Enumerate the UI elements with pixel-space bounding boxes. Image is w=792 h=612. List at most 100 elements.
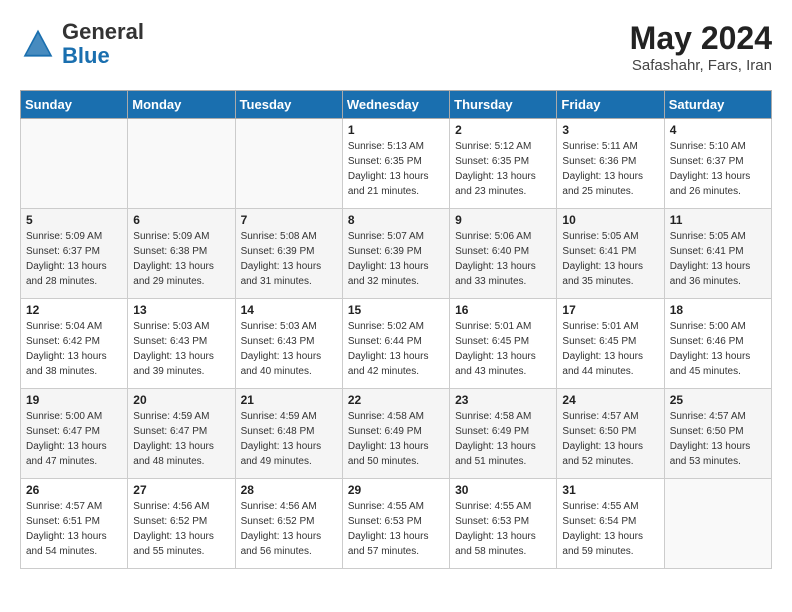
day-number: 26	[26, 483, 122, 497]
day-header: Wednesday	[342, 91, 449, 119]
calendar-week-row: 1 Sunrise: 5:13 AMSunset: 6:35 PMDaylight…	[21, 119, 772, 209]
calendar-cell: 14 Sunrise: 5:03 AMSunset: 6:43 PMDayligh…	[235, 299, 342, 389]
day-header: Thursday	[450, 91, 557, 119]
calendar-table: SundayMondayTuesdayWednesdayThursdayFrid…	[20, 90, 772, 569]
day-number: 25	[670, 393, 766, 407]
day-info: Sunrise: 5:00 AMSunset: 6:47 PMDaylight:…	[26, 409, 122, 469]
day-info: Sunrise: 5:01 AMSunset: 6:45 PMDaylight:…	[562, 319, 658, 379]
day-header: Saturday	[664, 91, 771, 119]
header-row: SundayMondayTuesdayWednesdayThursdayFrid…	[21, 91, 772, 119]
day-header: Sunday	[21, 91, 128, 119]
day-info: Sunrise: 5:09 AMSunset: 6:37 PMDaylight:…	[26, 229, 122, 289]
calendar-cell: 9 Sunrise: 5:06 AMSunset: 6:40 PMDaylight…	[450, 209, 557, 299]
day-info: Sunrise: 5:05 AMSunset: 6:41 PMDaylight:…	[562, 229, 658, 289]
calendar-cell: 22 Sunrise: 4:58 AMSunset: 6:49 PMDayligh…	[342, 389, 449, 479]
day-header: Tuesday	[235, 91, 342, 119]
day-info: Sunrise: 4:58 AMSunset: 6:49 PMDaylight:…	[348, 409, 444, 469]
day-info: Sunrise: 5:02 AMSunset: 6:44 PMDaylight:…	[348, 319, 444, 379]
calendar-cell: 16Sunrise: 5:01 AMSunset: 6:45 PMDayligh…	[450, 299, 557, 389]
day-info: Sunrise: 4:58 AMSunset: 6:49 PMDaylight:…	[455, 409, 551, 469]
day-number: 30	[455, 483, 551, 497]
calendar-cell: 31Sunrise: 4:55 AMSunset: 6:54 PMDayligh…	[557, 479, 664, 569]
day-number: 16	[455, 303, 551, 317]
calendar-cell: 17 Sunrise: 5:01 AMSunset: 6:45 PMDayligh…	[557, 299, 664, 389]
logo-text: General Blue	[62, 20, 144, 68]
day-number: 7	[241, 213, 337, 227]
day-number: 28	[241, 483, 337, 497]
calendar-cell: 25 Sunrise: 4:57 AMSunset: 6:50 PMDayligh…	[664, 389, 771, 479]
day-number: 23	[455, 393, 551, 407]
calendar-cell: 23 Sunrise: 4:58 AMSunset: 6:49 PMDayligh…	[450, 389, 557, 479]
day-number: 24	[562, 393, 658, 407]
calendar-cell	[21, 119, 128, 209]
calendar-cell: 27 Sunrise: 4:56 AMSunset: 6:52 PMDayligh…	[128, 479, 235, 569]
calendar-cell: 19 Sunrise: 5:00 AMSunset: 6:47 PMDayligh…	[21, 389, 128, 479]
calendar-cell: 10Sunrise: 5:05 AMSunset: 6:41 PMDayligh…	[557, 209, 664, 299]
day-info: Sunrise: 5:13 AMSunset: 6:35 PMDaylight:…	[348, 139, 444, 199]
calendar-cell: 1 Sunrise: 5:13 AMSunset: 6:35 PMDaylight…	[342, 119, 449, 209]
calendar-cell: 21 Sunrise: 4:59 AMSunset: 6:48 PMDayligh…	[235, 389, 342, 479]
day-info: Sunrise: 4:57 AMSunset: 6:50 PMDaylight:…	[670, 409, 766, 469]
calendar-cell: 29Sunrise: 4:55 AMSunset: 6:53 PMDayligh…	[342, 479, 449, 569]
logo-icon	[20, 26, 56, 62]
day-number: 20	[133, 393, 229, 407]
calendar-cell: 24 Sunrise: 4:57 AMSunset: 6:50 PMDayligh…	[557, 389, 664, 479]
day-number: 6	[133, 213, 229, 227]
day-number: 12	[26, 303, 122, 317]
day-number: 13	[133, 303, 229, 317]
day-number: 9	[455, 213, 551, 227]
day-info: Sunrise: 4:57 AMSunset: 6:50 PMDaylight:…	[562, 409, 658, 469]
calendar-week-row: 19 Sunrise: 5:00 AMSunset: 6:47 PMDayligh…	[21, 389, 772, 479]
day-info: Sunrise: 5:05 AMSunset: 6:41 PMDaylight:…	[670, 229, 766, 289]
day-info: Sunrise: 4:59 AMSunset: 6:48 PMDaylight:…	[241, 409, 337, 469]
day-info: Sunrise: 5:03 AMSunset: 6:43 PMDaylight:…	[241, 319, 337, 379]
calendar-cell: 28 Sunrise: 4:56 AMSunset: 6:52 PMDayligh…	[235, 479, 342, 569]
day-number: 1	[348, 123, 444, 137]
day-number: 17	[562, 303, 658, 317]
calendar-cell: 7Sunrise: 5:08 AMSunset: 6:39 PMDaylight…	[235, 209, 342, 299]
day-info: Sunrise: 5:03 AMSunset: 6:43 PMDaylight:…	[133, 319, 229, 379]
day-number: 27	[133, 483, 229, 497]
day-number: 11	[670, 213, 766, 227]
calendar-cell	[235, 119, 342, 209]
day-number: 2	[455, 123, 551, 137]
day-number: 3	[562, 123, 658, 137]
day-number: 21	[241, 393, 337, 407]
calendar-cell: 13 Sunrise: 5:03 AMSunset: 6:43 PMDayligh…	[128, 299, 235, 389]
calendar-week-row: 12 Sunrise: 5:04 AMSunset: 6:42 PMDayligh…	[21, 299, 772, 389]
day-header: Monday	[128, 91, 235, 119]
day-info: Sunrise: 5:07 AMSunset: 6:39 PMDaylight:…	[348, 229, 444, 289]
calendar-cell: 12 Sunrise: 5:04 AMSunset: 6:42 PMDayligh…	[21, 299, 128, 389]
calendar-cell	[664, 479, 771, 569]
day-number: 22	[348, 393, 444, 407]
day-number: 31	[562, 483, 658, 497]
day-number: 19	[26, 393, 122, 407]
title-block: May 2024 Safashahr, Fars, Iran	[630, 20, 772, 74]
day-info: Sunrise: 4:59 AMSunset: 6:47 PMDaylight:…	[133, 409, 229, 469]
day-info: Sunrise: 4:56 AMSunset: 6:52 PMDaylight:…	[133, 499, 229, 559]
day-number: 18	[670, 303, 766, 317]
day-info: Sunrise: 5:04 AMSunset: 6:42 PMDaylight:…	[26, 319, 122, 379]
day-number: 14	[241, 303, 337, 317]
calendar-cell: 11 Sunrise: 5:05 AMSunset: 6:41 PMDayligh…	[664, 209, 771, 299]
calendar-cell: 30 Sunrise: 4:55 AMSunset: 6:53 PMDayligh…	[450, 479, 557, 569]
calendar-cell: 2Sunrise: 5:12 AMSunset: 6:35 PMDaylight…	[450, 119, 557, 209]
day-number: 29	[348, 483, 444, 497]
calendar-cell: 5Sunrise: 5:09 AMSunset: 6:37 PMDaylight…	[21, 209, 128, 299]
day-number: 8	[348, 213, 444, 227]
day-info: Sunrise: 5:06 AMSunset: 6:40 PMDaylight:…	[455, 229, 551, 289]
day-info: Sunrise: 4:55 AMSunset: 6:53 PMDaylight:…	[455, 499, 551, 559]
logo: General Blue	[20, 20, 144, 68]
calendar-cell: 3 Sunrise: 5:11 AMSunset: 6:36 PMDaylight…	[557, 119, 664, 209]
calendar-cell: 8 Sunrise: 5:07 AMSunset: 6:39 PMDaylight…	[342, 209, 449, 299]
day-number: 4	[670, 123, 766, 137]
month-year: May 2024	[630, 20, 772, 57]
day-info: Sunrise: 5:11 AMSunset: 6:36 PMDaylight:…	[562, 139, 658, 199]
calendar-cell: 6Sunrise: 5:09 AMSunset: 6:38 PMDaylight…	[128, 209, 235, 299]
day-number: 15	[348, 303, 444, 317]
day-info: Sunrise: 4:57 AMSunset: 6:51 PMDaylight:…	[26, 499, 122, 559]
day-info: Sunrise: 4:56 AMSunset: 6:52 PMDaylight:…	[241, 499, 337, 559]
calendar-cell: 18 Sunrise: 5:00 AMSunset: 6:46 PMDayligh…	[664, 299, 771, 389]
day-info: Sunrise: 5:00 AMSunset: 6:46 PMDaylight:…	[670, 319, 766, 379]
calendar-cell	[128, 119, 235, 209]
